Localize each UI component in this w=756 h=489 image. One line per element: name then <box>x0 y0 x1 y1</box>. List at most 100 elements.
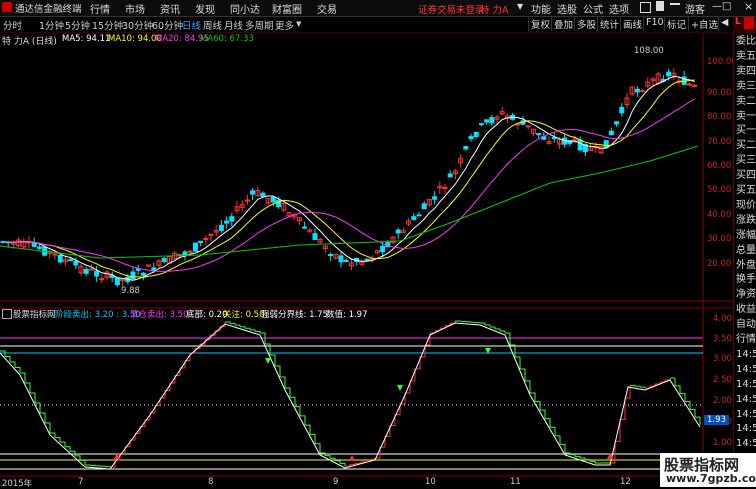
sidebar-item[interactable]: 委比 <box>736 35 756 48</box>
tab-period-active[interactable]: 日线 <box>182 18 201 32</box>
indicator-step <box>390 415 395 426</box>
sidebar-item[interactable]: 14:5 <box>736 422 756 435</box>
sidebar-item[interactable]: 换手 <box>736 273 756 286</box>
dropdown-icon[interactable]: ▼ <box>517 2 523 11</box>
sidebar-item[interactable]: 卖五 <box>736 50 756 63</box>
menu-assistant[interactable]: 同小达 <box>230 1 260 16</box>
sidebar-item[interactable]: 14:5 <box>736 408 756 421</box>
indicator-divider: 强弱分界线: 1.75 <box>261 308 328 320</box>
menu-select-stock[interactable]: 选股 <box>557 1 577 16</box>
sidebar-item[interactable]: 14:5 <box>736 393 756 406</box>
menu-wealth[interactable]: 财富圈 <box>272 1 302 16</box>
sidebar-item[interactable]: 涨幅 <box>736 229 756 242</box>
tool-button[interactable]: 标记 <box>664 17 688 31</box>
sidebar-item[interactable]: 收益 <box>736 303 756 316</box>
more-dropdown-icon[interactable]: ▼ <box>296 20 301 28</box>
tab-period[interactable]: 60分钟 <box>152 18 183 32</box>
tool-button[interactable]: 统计 <box>597 17 621 31</box>
tab-period[interactable]: 1分钟 <box>39 18 64 32</box>
tab-period[interactable]: 15分钟 <box>92 18 123 32</box>
sidebar-item[interactable]: 14:5 <box>736 363 756 376</box>
sidebar-item[interactable]: 现价 <box>736 199 756 212</box>
lock-icon[interactable] <box>656 1 664 11</box>
sidebar-item[interactable]: 买五 <box>736 184 756 197</box>
indicator-step <box>385 426 390 437</box>
indicator-step <box>530 393 535 402</box>
sidebar-item[interactable]: 14:5 <box>736 348 756 361</box>
kline-chart-area[interactable] <box>0 33 733 487</box>
indicator-step <box>660 380 665 382</box>
menu-trade[interactable]: 交易 <box>317 1 337 16</box>
watermark: 股票指标网 www.7gpzb.com <box>660 453 756 487</box>
tool-button[interactable]: 多股 <box>574 17 598 31</box>
indicator-step <box>380 436 385 447</box>
menu-news[interactable]: 资讯 <box>160 1 180 16</box>
tab-period[interactable]: 多周期 <box>245 18 274 32</box>
tab-period[interactable]: 分时 <box>3 18 22 32</box>
indicator-step <box>490 327 495 329</box>
sub-y-tick: 1.00 <box>713 438 732 448</box>
menu-options[interactable]: 选项 <box>609 1 629 16</box>
sub-y-tick: 2.50 <box>713 375 732 385</box>
tool-button[interactable]: F10 <box>643 17 666 31</box>
menu-markets[interactable]: 市场 <box>125 1 145 16</box>
candle-body <box>162 259 166 262</box>
tab-period[interactable]: 更多 <box>275 18 294 32</box>
sidebar-item[interactable]: 买一 <box>736 124 756 137</box>
menu-formula[interactable]: 公式 <box>583 1 603 16</box>
sidebar-item[interactable]: 14:5 <box>736 378 756 391</box>
sidebar-item[interactable]: 卖三 <box>736 80 756 93</box>
indicator-toggle-icon[interactable] <box>2 309 12 319</box>
close-icon[interactable]: × <box>744 0 753 13</box>
collapse-icon[interactable]: ◀ <box>718 17 730 31</box>
indicator-stage-sell: 阶段卖出: 3.20 : 3.50 <box>55 308 141 320</box>
sidebar-item[interactable]: 14:5 <box>736 437 756 450</box>
candle-body <box>667 72 671 76</box>
main-price-chart <box>0 68 698 287</box>
window-box-icon[interactable] <box>640 2 651 13</box>
sidebar-item[interactable]: 卖四 <box>736 65 756 78</box>
tool-button[interactable]: 画线 <box>620 17 644 31</box>
minimize-icon[interactable]: — <box>712 1 722 12</box>
tool-button[interactable]: +自选 <box>688 17 720 31</box>
login-notice[interactable]: 证券交易未登录 <box>418 2 485 16</box>
sidebar-item[interactable]: 买三 <box>736 154 756 167</box>
maximize-icon[interactable]: □ <box>722 1 731 12</box>
sidebar-item[interactable]: 净资 <box>736 288 756 301</box>
indicator-step <box>240 327 245 329</box>
indicator-title[interactable]: 股票指标网 <box>13 308 56 320</box>
indicator-step <box>640 387 645 388</box>
sidebar-item[interactable]: 总量 <box>736 244 756 257</box>
tab-period[interactable]: 月线 <box>224 18 243 32</box>
y-tick: 30.00 <box>707 234 731 244</box>
x-tick: 9 <box>333 477 338 487</box>
tool-button[interactable]: 叠加 <box>551 17 575 31</box>
menu-discover[interactable]: 发现 <box>195 1 215 16</box>
level2-badge[interactable]: L <box>733 17 756 32</box>
sidebar-item[interactable]: 自动 <box>736 318 756 331</box>
candle-body <box>245 200 249 201</box>
sidebar-item[interactable]: 外盘 <box>736 259 756 272</box>
menu-bar: 通达信金融终端 行情 市场 资讯 发现 同小达 财富圈 交易 证券交易未登录 特… <box>0 0 756 17</box>
indicator-step <box>285 388 290 397</box>
sidebar-item[interactable]: 卖二 <box>736 95 756 108</box>
indicator-step <box>535 402 540 411</box>
sidebar-item[interactable]: 卖一 <box>736 110 756 123</box>
tab-period[interactable]: 30分钟 <box>122 18 153 32</box>
sidebar-item[interactable]: 涨跌 <box>736 214 756 227</box>
sidebar-item[interactable]: 行情 <box>736 333 756 346</box>
indicator-step <box>45 423 50 433</box>
main-chart-title: 特 力A (日线) <box>2 34 57 47</box>
sidebar-item[interactable]: 买二 <box>736 139 756 152</box>
candle-body <box>58 255 62 261</box>
tab-period[interactable]: 5分钟 <box>65 18 90 32</box>
guest-label[interactable]: 游客 <box>685 1 705 16</box>
sidebar-item[interactable]: 买四 <box>736 169 756 182</box>
tool-button[interactable]: 复权 <box>528 17 552 31</box>
menu-lines-icon[interactable] <box>670 3 680 5</box>
candle-body <box>141 273 145 275</box>
menu-function[interactable]: 功能 <box>531 1 551 16</box>
menu-market[interactable]: 行情 <box>90 1 110 16</box>
indicator-step <box>485 325 490 327</box>
tab-period[interactable]: 周线 <box>203 18 222 32</box>
